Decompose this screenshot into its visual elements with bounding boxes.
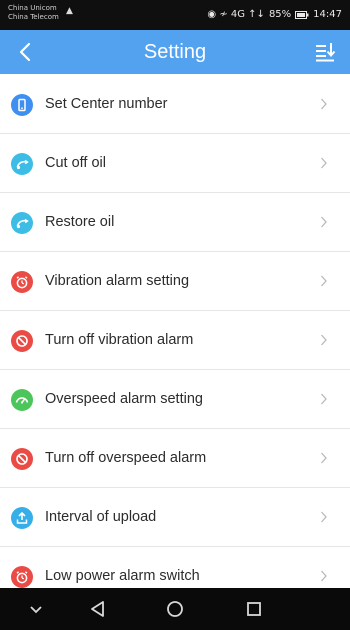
carrier-info: China Unicom China Telecom xyxy=(8,4,59,22)
settings-list: Set Center number Cut off oil Restore oil V… xyxy=(0,75,350,606)
recents-square-icon[interactable] xyxy=(242,597,266,621)
chevron-right-icon xyxy=(320,510,328,524)
app-bar: Setting xyxy=(0,30,350,74)
chevron-right-icon xyxy=(320,333,328,347)
menu-item-label: Restore oil xyxy=(45,214,115,230)
block-icon xyxy=(11,448,33,470)
chevron-right-icon xyxy=(320,156,328,170)
screen: China Unicom China Telecom ▲ ◉ ≁ 4G ↑↓ 8… xyxy=(0,0,350,630)
clock: 14:47 xyxy=(313,9,342,20)
chevron-right-icon xyxy=(320,97,328,111)
menu-item-label: Vibration alarm setting xyxy=(45,273,190,289)
home-circle-icon[interactable] xyxy=(163,597,187,621)
menu-item-label: Low power alarm switch xyxy=(45,568,200,584)
alarm-clock-icon xyxy=(11,566,33,588)
upload-icon xyxy=(11,507,33,529)
status-icons: ◉ ≁ 4G ↑↓ xyxy=(207,9,265,20)
back-triangle-icon[interactable] xyxy=(86,597,110,621)
menu-item[interactable]: Turn off overspeed alarm xyxy=(0,429,350,488)
nav-bar xyxy=(0,588,350,630)
carrier-top: China Unicom xyxy=(8,4,57,12)
menu-item[interactable]: Restore oil xyxy=(0,193,350,252)
hide-keyboard-icon[interactable] xyxy=(24,597,48,621)
menu-item-label: Turn off overspeed alarm xyxy=(45,450,207,466)
menu-item[interactable]: Overspeed alarm setting xyxy=(0,370,350,429)
carrier-bottom: China Telecom xyxy=(8,13,59,21)
menu-item-label: Cut off oil xyxy=(45,155,106,171)
page-title: Setting xyxy=(143,41,207,63)
menu-item[interactable]: Vibration alarm setting xyxy=(0,252,350,311)
sort-list-icon[interactable] xyxy=(312,39,338,65)
phone-icon xyxy=(11,94,33,116)
battery-level: 85% xyxy=(268,9,292,20)
chevron-right-icon xyxy=(320,215,328,229)
block-icon xyxy=(11,330,33,352)
status-indicators: ◉ ≁ 4G ↑↓ 85% 14:47 xyxy=(207,9,342,20)
menu-item[interactable]: Set Center number xyxy=(0,75,350,134)
signal-arrow-icon: ▲ xyxy=(66,6,73,16)
menu-item-label: Overspeed alarm setting xyxy=(45,391,203,407)
menu-item-label: Turn off vibration alarm xyxy=(45,332,194,348)
chevron-right-icon xyxy=(320,392,328,406)
status-bar: China Unicom China Telecom ▲ ◉ ≁ 4G ↑↓ 8… xyxy=(0,0,350,30)
menu-item-label: Interval of upload xyxy=(45,509,157,525)
menu-item[interactable]: Cut off oil xyxy=(0,134,350,193)
battery-icon xyxy=(295,10,309,19)
oil-icon xyxy=(11,212,33,234)
chevron-right-icon xyxy=(320,569,328,583)
menu-item-label: Set Center number xyxy=(45,96,168,112)
chevron-right-icon xyxy=(320,274,328,288)
menu-item[interactable]: Turn off vibration alarm xyxy=(0,311,350,370)
chevron-right-icon xyxy=(320,451,328,465)
gauge-icon xyxy=(11,389,33,411)
alarm-clock-icon xyxy=(11,271,33,293)
menu-item[interactable]: Interval of upload xyxy=(0,488,350,547)
oil-icon xyxy=(11,153,33,175)
